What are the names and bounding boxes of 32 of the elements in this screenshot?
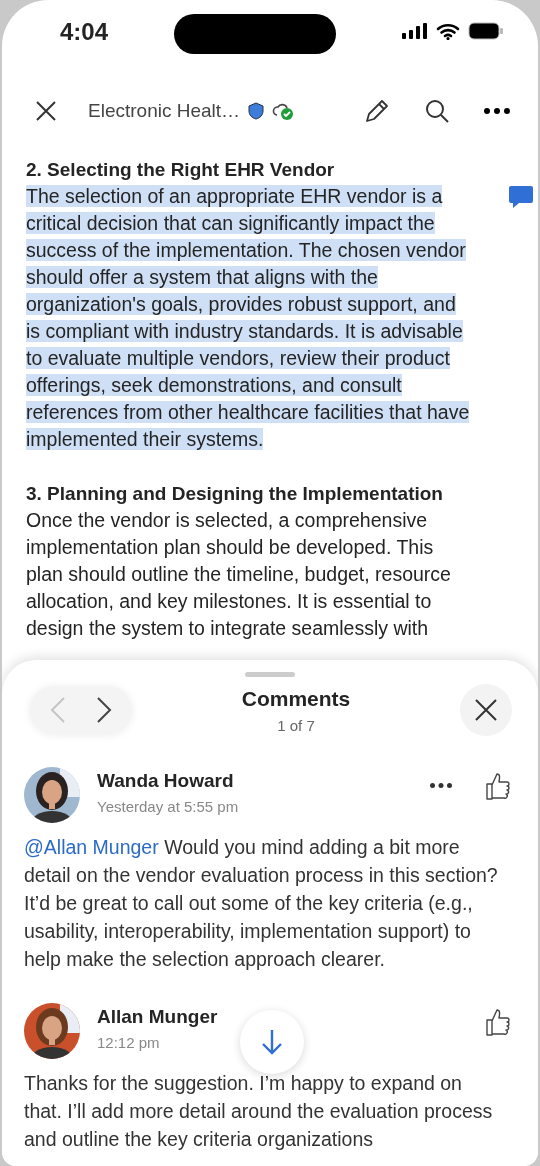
wifi-icon [436,22,460,40]
section-heading: 3. Planning and Designing the Implementation [26,482,444,506]
arrow-down-icon [261,1029,283,1055]
comment-author: Allan Munger [97,1005,218,1029]
status-time: 4:04 [60,17,109,47]
chevron-left-icon [50,696,66,724]
search-icon [424,98,450,124]
more-icon [430,783,452,788]
comment-text: Thanks for the suggestion. I’m happy to expand on that. I’ll add more detail around the evaluation process and outline the key criteria organizations [23,1071,494,1152]
comment-author: Wanda Howard [97,769,235,793]
comment-text: @Allan Munger Would you mind adding a bit more detail on the vendor evaluation process in this section? It’d be great to call out some of the key criteria (e.g., usability, interoperability, implementation support) to help make the selection approach clearer. [23,835,499,972]
signal-icon [402,23,428,39]
scroll-down-button[interactable] [240,1010,304,1074]
battery-icon [468,22,504,40]
close-icon [34,99,58,123]
panel-title: Comments [241,686,351,712]
close-icon [474,698,498,722]
comment-time: 12:12 pm [97,1032,161,1053]
section-heading: 2. Selecting the Right EHR Vendor [26,158,336,182]
chevron-right-icon [96,696,112,724]
document-title: Electronic Healt… [88,98,241,123]
body-paragraph: Once the vendor is selected, a comprehensive implementation plan should be developed. This plan should outline the timeline, budget, resource allocation, and key milestones. It is essential to design the system to integrate seamlessly with [26,508,452,641]
comment-marker-icon[interactable] [508,184,534,210]
close-button[interactable] [460,684,512,736]
more-icon [484,108,510,114]
comment-time: Yesterday at 5:55 pm [97,796,239,817]
comment-counter: 1 of 7 [276,715,316,736]
pencil-icon [364,98,390,124]
thumbs-up-icon [484,771,510,801]
body-paragraph: The selection of an appropriate EHR vendor is a critical decision that can significantly impact the success of the implementation. The chosen vendor should offer a system that aligns with the organization's goals, provides robust support, and is compliant with industry standards. It is advisable to evaluate multiple vendors, review their product offerings, seek demonstrations, and consult references from other healthcare facilities that have implemented their systems. [26,184,471,452]
drag-handle [245,672,295,677]
thumbs-up-icon [484,1007,510,1037]
